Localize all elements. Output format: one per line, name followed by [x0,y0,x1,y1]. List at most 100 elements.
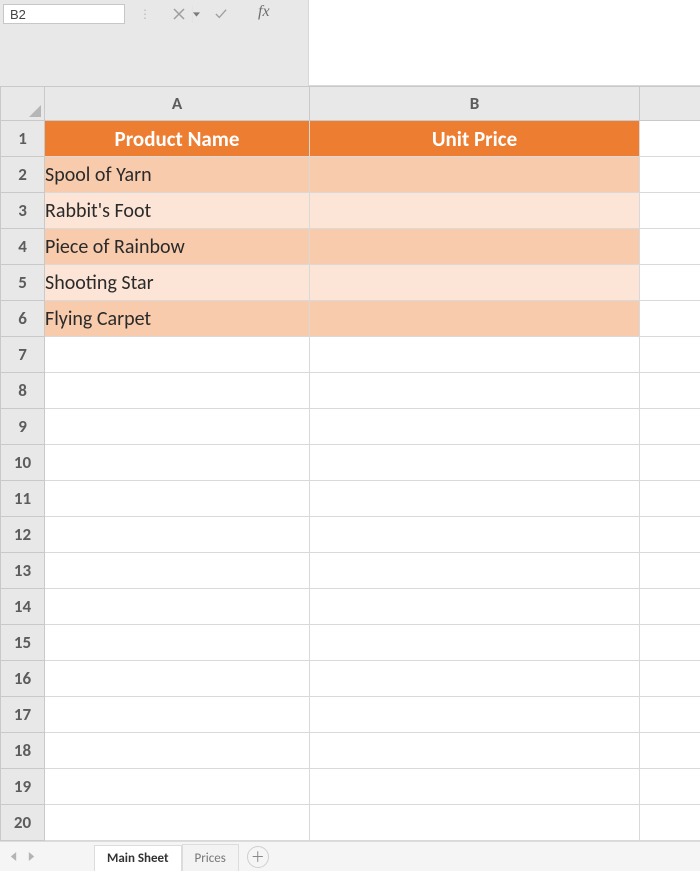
cell-B15[interactable] [310,625,640,661]
cell-B2[interactable] [310,157,640,193]
row-header-11[interactable]: 11 [1,481,45,517]
cell-C14[interactable] [640,589,700,625]
formula-bar[interactable] [308,0,700,86]
cell-A3[interactable]: Rabbit's Foot [45,193,310,229]
cell-C7[interactable] [640,337,700,373]
cell-B19[interactable] [310,769,640,805]
row-header-17[interactable]: 17 [1,697,45,733]
row-header-7[interactable]: 7 [1,337,45,373]
row-header-2[interactable]: 2 [1,157,45,193]
cell-C20[interactable] [640,805,700,841]
cell-A12[interactable] [45,517,310,553]
column-header-C[interactable] [640,87,700,121]
cell-B14[interactable] [310,589,640,625]
cell-C9[interactable] [640,409,700,445]
spreadsheet-grid[interactable]: A B 1 Product Name Unit Price 2 Spool of… [0,86,700,841]
cell-B9[interactable] [310,409,640,445]
cell-A13[interactable] [45,553,310,589]
row-header-12[interactable]: 12 [1,517,45,553]
cell-A10[interactable] [45,445,310,481]
cell-C12[interactable] [640,517,700,553]
select-all-corner[interactable] [1,87,45,121]
row-header-4[interactable]: 4 [1,229,45,265]
row-header-20[interactable]: 20 [1,805,45,841]
sheet-tab-main-sheet[interactable]: Main Sheet [94,845,182,871]
cell-A15[interactable] [45,625,310,661]
cell-B20[interactable] [310,805,640,841]
cell-B1[interactable]: Unit Price [310,121,640,157]
sheet-tab-prices[interactable]: Prices [182,844,239,871]
column-header-A[interactable]: A [45,87,310,121]
cell-A6[interactable]: Flying Carpet [45,301,310,337]
cell-B16[interactable] [310,661,640,697]
row-header-14[interactable]: 14 [1,589,45,625]
row-header-3[interactable]: 3 [1,193,45,229]
cell-B5[interactable] [310,265,640,301]
cell-A1[interactable]: Product Name [45,121,310,157]
row-header-15[interactable]: 15 [1,625,45,661]
cell-A16[interactable] [45,661,310,697]
cell-A9[interactable] [45,409,310,445]
row-header-13[interactable]: 13 [1,553,45,589]
sheet-nav-next[interactable] [22,848,40,866]
cell-A11[interactable] [45,481,310,517]
cell-A8[interactable] [45,373,310,409]
fx-label[interactable]: fx [258,3,270,21]
name-box-dropdown[interactable] [192,5,200,23]
cell-A7[interactable] [45,337,310,373]
row-header-9[interactable]: 9 [1,409,45,445]
cell-B4[interactable] [310,229,640,265]
cell-C5[interactable] [640,265,700,301]
cell-A20[interactable] [45,805,310,841]
cell-A18[interactable] [45,733,310,769]
row-header-16[interactable]: 16 [1,661,45,697]
cell-B11[interactable] [310,481,640,517]
sheet-tab-label: Prices [195,851,226,866]
cell-B3[interactable] [310,193,640,229]
cell-A19[interactable] [45,769,310,805]
name-box-input[interactable] [4,5,192,23]
cell-A5[interactable]: Shooting Star [45,265,310,301]
cell-C18[interactable] [640,733,700,769]
name-box[interactable] [3,4,125,24]
cell-B10[interactable] [310,445,640,481]
cell-C1[interactable] [640,121,700,157]
cell-C6[interactable] [640,301,700,337]
row-header-5[interactable]: 5 [1,265,45,301]
cell-B17[interactable] [310,697,640,733]
add-sheet-button[interactable]: ＋ [247,846,269,868]
cell-C17[interactable] [640,697,700,733]
formula-confirm-button[interactable] [208,4,234,24]
cell-A17[interactable] [45,697,310,733]
cell-A4[interactable]: Piece of Rainbow [45,229,310,265]
cell-C19[interactable] [640,769,700,805]
cell-C10[interactable] [640,445,700,481]
cell-C8[interactable] [640,373,700,409]
cell-A2[interactable]: Spool of Yarn [45,157,310,193]
row-header-10[interactable]: 10 [1,445,45,481]
sheet-nav-prev[interactable] [4,848,22,866]
cell-C16[interactable] [640,661,700,697]
row-header-8[interactable]: 8 [1,373,45,409]
sheet-tab-label: Main Sheet [107,851,169,866]
cell-C3[interactable] [640,193,700,229]
cell-C2[interactable] [640,157,700,193]
cell-B6[interactable] [310,301,640,337]
cell-B7[interactable] [310,337,640,373]
cell-B18[interactable] [310,733,640,769]
cell-B12[interactable] [310,517,640,553]
cell-C15[interactable] [640,625,700,661]
row-header-19[interactable]: 19 [1,769,45,805]
column-header-B[interactable]: B [310,87,640,121]
row-header-1[interactable]: 1 [1,121,45,157]
row-header-6[interactable]: 6 [1,301,45,337]
row-header-18[interactable]: 18 [1,733,45,769]
cell-C11[interactable] [640,481,700,517]
cell-C4[interactable] [640,229,700,265]
cell-C13[interactable] [640,553,700,589]
formula-input[interactable] [309,0,700,85]
cell-A14[interactable] [45,589,310,625]
cell-B13[interactable] [310,553,640,589]
cell-B8[interactable] [310,373,640,409]
formula-cancel-button[interactable] [166,4,192,24]
